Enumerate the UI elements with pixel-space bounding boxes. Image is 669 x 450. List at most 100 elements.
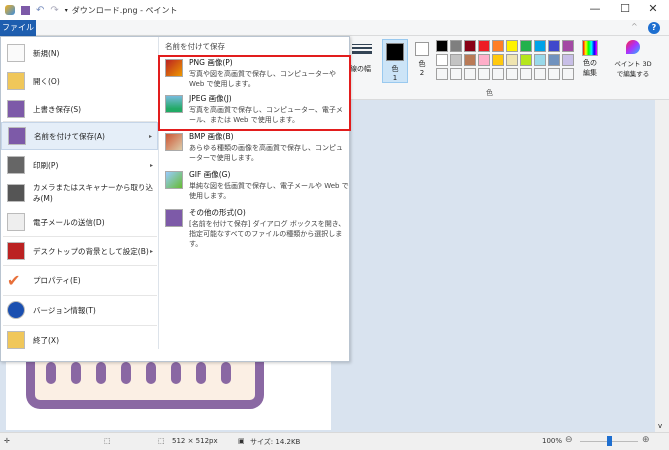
file-menu-item-label: 名前を付けて保存(A): [34, 131, 105, 141]
color-swatch[interactable]: [464, 40, 476, 52]
file-menu-item[interactable]: 上書き保存(S): [1, 95, 158, 123]
color-swatch[interactable]: [562, 40, 574, 52]
line-size-icon[interactable]: [352, 42, 372, 56]
empty-swatch[interactable]: [450, 68, 462, 80]
color1-label: 色: [391, 65, 399, 73]
file-menu-item[interactable]: デスクトップの背景として設定(B) ▸: [1, 237, 158, 265]
file-menu-item-label: バージョン情報(T): [33, 305, 96, 315]
undo-icon[interactable]: ↶: [36, 5, 44, 16]
checkmark-icon: ✔: [7, 271, 21, 290]
color-swatch[interactable]: [520, 54, 532, 66]
image-key: [71, 362, 81, 384]
edit-colors-button[interactable]: 色の 編集: [579, 40, 601, 78]
color-swatch[interactable]: [436, 54, 448, 66]
file-menu-item[interactable]: 開く(O): [1, 67, 158, 95]
edit-colors-label: 色の: [583, 59, 597, 67]
color-swatch[interactable]: [478, 54, 490, 66]
file-menu-item[interactable]: 終了(X): [1, 326, 158, 354]
customize-qat-icon[interactable]: ▾: [65, 7, 68, 14]
vertical-scrollbar[interactable]: v: [655, 100, 669, 432]
empty-swatch[interactable]: [492, 68, 504, 80]
zoom-out-button[interactable]: ⊖: [565, 435, 573, 445]
gif-icon: [165, 171, 183, 189]
save-format-description: あらゆる種類の画像を高画質で保存し、コンピューターで使用します。: [189, 144, 343, 162]
color-swatch[interactable]: [548, 54, 560, 66]
paint3d-label-2: で編集する: [616, 70, 650, 78]
file-menu-item[interactable]: カメラまたはスキャナーから取り込み(M): [1, 179, 158, 207]
empty-swatch[interactable]: [534, 68, 546, 80]
line-size-label[interactable]: 線の幅: [350, 64, 371, 74]
file-menu-item[interactable]: 印刷(P) ▸: [1, 151, 158, 179]
redo-icon[interactable]: ↷: [50, 5, 58, 16]
save-as-icon: [8, 127, 26, 145]
image-key: [96, 362, 106, 384]
file-menu-item[interactable]: 名前を付けて保存(A) ▸: [1, 122, 158, 150]
color-swatch[interactable]: [562, 54, 574, 66]
paint3d-icon: [626, 40, 640, 54]
ribbon: 線の幅 色 1 色 2 色の 編集 ペイント 3D で編集する 色: [350, 36, 669, 100]
color-palette: [436, 40, 576, 82]
color-swatch[interactable]: [506, 40, 518, 52]
file-tab[interactable]: ファイル: [0, 20, 36, 36]
color-swatch[interactable]: [520, 40, 532, 52]
help-icon[interactable]: ?: [648, 22, 660, 34]
save-format-title: その他の形式(O): [189, 208, 246, 217]
color-swatch[interactable]: [548, 40, 560, 52]
color-swatch[interactable]: [450, 54, 462, 66]
color-swatch[interactable]: [492, 40, 504, 52]
save-icon: [7, 100, 25, 118]
color2-button[interactable]: 色 2: [412, 42, 432, 77]
file-menu-commands: 新規(N) 開く(O) 上書き保存(S) 名前を付けて保存(A) ▸ 印刷(P) ▸ カメラま…: [1, 37, 159, 349]
selection-size-icon: ⬚: [104, 437, 111, 445]
save-format-option[interactable]: その他の形式(O) [名前を付けて保存] ダイアログ ボックスを開き、指定可能なす…: [163, 207, 349, 249]
minimize-button[interactable]: —: [580, 2, 610, 18]
empty-swatch[interactable]: [436, 68, 448, 80]
open-folder-icon: [7, 72, 25, 90]
paint-app-icon: [5, 5, 15, 15]
save-format-description: [名前を付けて保存] ダイアログ ボックスを開き、指定可能なすべてのファイルの種…: [189, 220, 346, 248]
color1-button[interactable]: 色 1: [382, 39, 408, 83]
other-format-icon: [165, 209, 183, 227]
image-key: [171, 362, 181, 384]
empty-swatch[interactable]: [506, 68, 518, 80]
color-swatch[interactable]: [436, 40, 448, 52]
image-size-icon: ⬚: [158, 437, 165, 445]
submenu-arrow-icon: ▸: [149, 161, 153, 169]
color-swatch[interactable]: [450, 40, 462, 52]
color-swatch[interactable]: [534, 54, 546, 66]
save-format-description: 単純な図を低画質で保存し、電子メールや Web で使用します。: [189, 182, 349, 200]
save-format-option[interactable]: GIF 画像(G) 単純な図を低画質で保存し、電子メールや Web で使用します。: [163, 169, 349, 201]
scroll-down-icon[interactable]: v: [658, 422, 662, 430]
maximize-button[interactable]: ☐: [610, 2, 640, 18]
zoom-in-button[interactable]: ⊕: [642, 435, 650, 445]
empty-swatch[interactable]: [478, 68, 490, 80]
color-swatch[interactable]: [506, 54, 518, 66]
file-menu-item[interactable]: バージョン情報(T): [1, 296, 158, 324]
file-menu-item[interactable]: ✔ プロパティ(E): [1, 266, 158, 294]
email-icon: [7, 213, 25, 231]
edit-colors-label-2: 編集: [583, 69, 597, 77]
color-swatch[interactable]: [492, 54, 504, 66]
color-swatch[interactable]: [464, 54, 476, 66]
file-menu-item[interactable]: 新規(N): [1, 39, 158, 67]
file-menu-item-label: 終了(X): [33, 335, 59, 345]
image-key: [121, 362, 131, 384]
file-menu-item-label: デスクトップの背景として設定(B): [33, 246, 149, 256]
close-button[interactable]: ✕: [638, 2, 668, 18]
save-quick-icon[interactable]: [21, 5, 30, 15]
empty-swatch[interactable]: [464, 68, 476, 80]
save-format-option[interactable]: BMP 画像(B) あらゆる種類の画像を高画質で保存し、コンピューターで使用します…: [163, 131, 349, 163]
file-menu-item[interactable]: 電子メールの送信(D): [1, 208, 158, 236]
color-swatch[interactable]: [534, 40, 546, 52]
empty-swatch[interactable]: [520, 68, 532, 80]
color-swatch[interactable]: [478, 40, 490, 52]
zoom-slider-thumb[interactable]: [607, 436, 612, 446]
desktop-icon: [7, 242, 25, 260]
menu-separator: [3, 295, 157, 296]
paint3d-button[interactable]: ペイント 3D で編集する: [608, 40, 658, 78]
empty-swatch[interactable]: [562, 68, 574, 80]
info-icon: [7, 301, 25, 319]
collapse-ribbon-icon[interactable]: ^: [631, 22, 638, 31]
image-key: [46, 362, 56, 384]
empty-swatch[interactable]: [548, 68, 560, 80]
